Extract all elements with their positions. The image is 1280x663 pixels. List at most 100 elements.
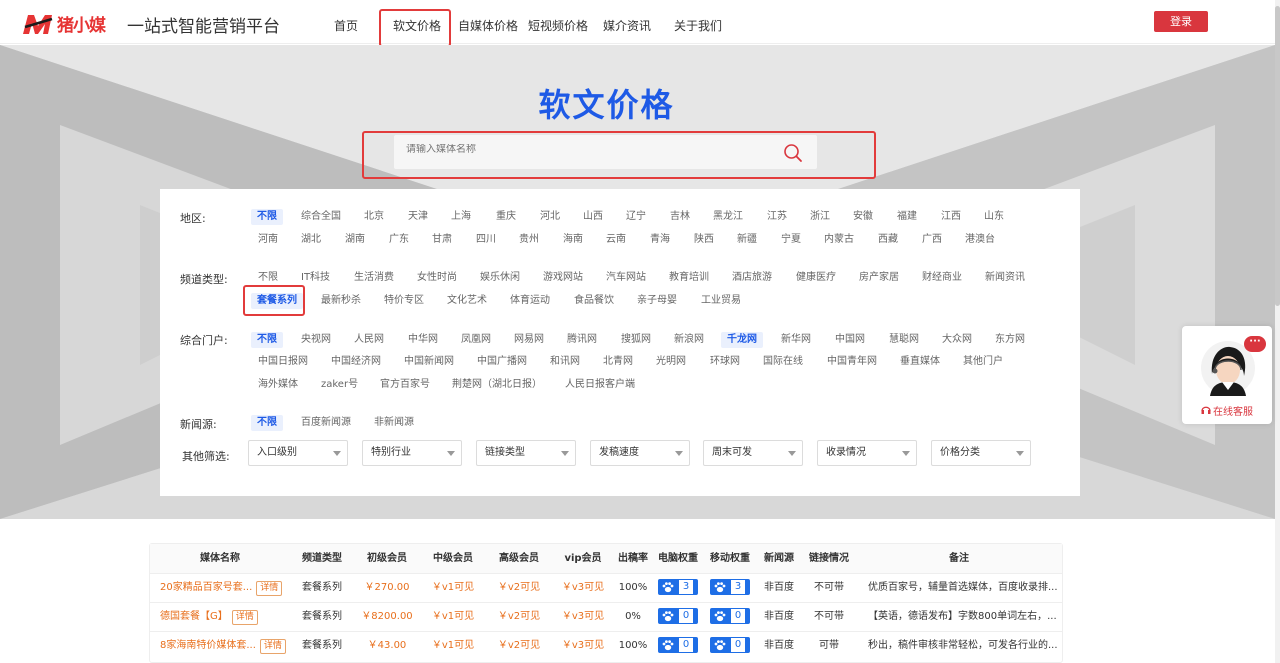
portal-tag[interactable]: 海外媒体 (258, 377, 298, 393)
portal-tag[interactable]: 人民日报客户端 (565, 377, 635, 393)
portal-tag[interactable]: 千龙网 (721, 332, 763, 348)
region-tag[interactable]: 辽宁 (626, 209, 646, 225)
region-tag[interactable]: 江西 (941, 209, 961, 225)
region-tag[interactable]: 青海 (650, 232, 670, 248)
media-name-cell[interactable]: 德国套餐【G】 详情 (150, 602, 290, 631)
region-tag[interactable]: 黑龙江 (713, 209, 743, 225)
region-tag[interactable]: 安徽 (853, 209, 873, 225)
news-source-tag[interactable]: 不限 (251, 415, 283, 431)
channel-tag[interactable]: 健康医疗 (796, 270, 836, 286)
media-name-link[interactable]: 8家海南特价媒体套... (160, 640, 256, 651)
portal-tag[interactable]: 官方百家号 (380, 377, 430, 393)
region-tag[interactable]: 宁夏 (781, 232, 801, 248)
region-tag[interactable]: 河北 (540, 209, 560, 225)
channel-tag[interactable]: 食品餐饮 (574, 293, 614, 309)
channel-tag[interactable]: 生活消费 (354, 270, 394, 286)
search-icon[interactable] (783, 143, 803, 163)
region-tag[interactable]: 不限 (251, 209, 283, 225)
portal-tag[interactable]: 腾讯网 (567, 332, 597, 348)
region-tag[interactable]: 甘肃 (432, 232, 452, 248)
portal-tag[interactable]: 荆楚网（湖北日报） (452, 377, 542, 393)
portal-tag[interactable]: 和讯网 (550, 354, 580, 370)
site-logo[interactable]: 猪小媒 (22, 11, 106, 36)
filter-select[interactable]: 链接类型 (476, 440, 576, 466)
filter-select[interactable]: 特别行业 (362, 440, 462, 466)
scrollbar-thumb[interactable] (1275, 6, 1280, 306)
channel-tag[interactable]: 教育培训 (669, 270, 709, 286)
channel-tag[interactable]: 特价专区 (384, 293, 424, 309)
portal-tag[interactable]: 大众网 (942, 332, 972, 348)
region-tag[interactable]: 湖北 (301, 232, 321, 248)
channel-tag[interactable]: 汽车网站 (606, 270, 646, 286)
portal-tag[interactable]: 环球网 (710, 354, 740, 370)
filter-select[interactable]: 收录情况 (817, 440, 917, 466)
channel-tag[interactable]: 财经商业 (922, 270, 962, 286)
portal-tag[interactable]: 中华网 (408, 332, 438, 348)
channel-tag[interactable]: 房产家居 (859, 270, 899, 286)
portal-tag[interactable]: 中国青年网 (827, 354, 877, 370)
region-tag[interactable]: 广东 (389, 232, 409, 248)
channel-tag[interactable]: 文化艺术 (447, 293, 487, 309)
region-tag[interactable]: 北京 (364, 209, 384, 225)
portal-tag[interactable]: 凤凰网 (461, 332, 491, 348)
news-source-tag[interactable]: 非新闻源 (374, 415, 414, 431)
region-tag[interactable]: 西藏 (878, 232, 898, 248)
filter-select[interactable]: 发稿速度 (590, 440, 690, 466)
portal-tag[interactable]: 中国网 (835, 332, 865, 348)
detail-badge[interactable]: 详情 (231, 610, 258, 625)
page-scrollbar[interactable] (1275, 0, 1280, 663)
news-source-tag[interactable]: 百度新闻源 (301, 415, 351, 431)
region-tag[interactable]: 河南 (258, 232, 278, 248)
region-tag[interactable]: 新疆 (737, 232, 757, 248)
detail-badge[interactable]: 详情 (259, 639, 286, 654)
channel-tag[interactable]: 女性时尚 (417, 270, 457, 286)
portal-tag[interactable]: 国际在线 (763, 354, 803, 370)
region-tag[interactable]: 湖南 (345, 232, 365, 248)
media-name-cell[interactable]: 20家精品百家号套... 详情 (150, 573, 290, 602)
portal-tag[interactable]: 光明网 (656, 354, 686, 370)
detail-badge[interactable]: 详情 (256, 581, 283, 596)
filter-select[interactable]: 入口级别 (248, 440, 348, 466)
portal-tag[interactable]: 北青网 (603, 354, 633, 370)
media-name-link[interactable]: 20家精品百家号套... (160, 582, 252, 593)
portal-tag[interactable]: 其他门户 (963, 354, 1003, 370)
channel-tag[interactable]: 不限 (258, 270, 278, 286)
channel-tag[interactable]: 最新秒杀 (321, 293, 361, 309)
nav-short-video-price[interactable]: 短视频价格 (528, 17, 588, 34)
search-input[interactable] (406, 144, 766, 155)
region-tag[interactable]: 上海 (451, 209, 471, 225)
filter-select[interactable]: 价格分类 (931, 440, 1031, 466)
channel-tag[interactable]: 游戏网站 (543, 270, 583, 286)
region-tag[interactable]: 江苏 (767, 209, 787, 225)
region-tag[interactable]: 贵州 (519, 232, 539, 248)
nav-about-us[interactable]: 关于我们 (674, 17, 722, 34)
portal-tag[interactable]: 中国新闻网 (404, 354, 454, 370)
portal-tag[interactable]: 不限 (251, 332, 283, 348)
filter-select[interactable]: 周末可发 (703, 440, 803, 466)
region-tag[interactable]: 福建 (897, 209, 917, 225)
channel-tag[interactable]: 亲子母婴 (637, 293, 677, 309)
region-tag[interactable]: 吉林 (670, 209, 690, 225)
portal-tag[interactable]: 人民网 (354, 332, 384, 348)
portal-tag[interactable]: 央视网 (301, 332, 331, 348)
region-tag[interactable]: 内蒙古 (824, 232, 854, 248)
login-button[interactable]: 登录 (1154, 11, 1208, 32)
portal-tag[interactable]: 慧聪网 (889, 332, 919, 348)
region-tag[interactable]: 云南 (606, 232, 626, 248)
portal-tag[interactable]: 搜狐网 (621, 332, 651, 348)
region-tag[interactable]: 广西 (922, 232, 942, 248)
portal-tag[interactable]: 新华网 (781, 332, 811, 348)
region-tag[interactable]: 浙江 (810, 209, 830, 225)
media-name-link[interactable]: 德国套餐【G】 (160, 611, 228, 622)
nav-self-media-price[interactable]: 自媒体价格 (458, 17, 518, 34)
portal-tag[interactable]: 网易网 (514, 332, 544, 348)
channel-tag[interactable]: 酒店旅游 (732, 270, 772, 286)
portal-tag[interactable]: 中国经济网 (331, 354, 381, 370)
channel-tag[interactable]: 工业贸易 (701, 293, 741, 309)
channel-tag[interactable]: 娱乐休闲 (480, 270, 520, 286)
portal-tag[interactable]: 中国广播网 (477, 354, 527, 370)
channel-tag[interactable]: 体育运动 (510, 293, 550, 309)
nav-home[interactable]: 首页 (334, 17, 358, 34)
portal-tag[interactable]: zaker号 (321, 377, 358, 393)
portal-tag[interactable]: 新浪网 (674, 332, 704, 348)
